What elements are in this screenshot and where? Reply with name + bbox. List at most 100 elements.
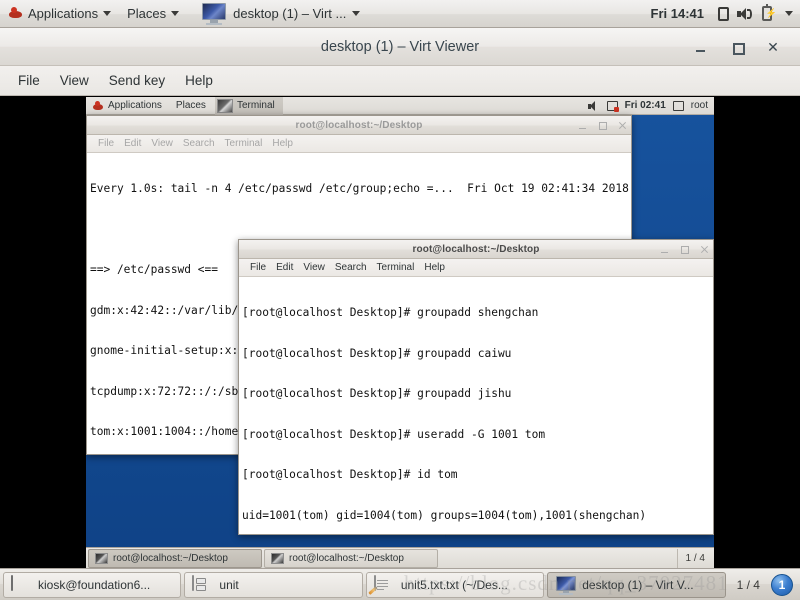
host-clock[interactable]: Fri 14:41: [643, 6, 712, 21]
minimize-button[interactable]: [692, 38, 710, 56]
user-icon[interactable]: [672, 100, 684, 111]
maximize-button[interactable]: [728, 38, 746, 56]
terminal-window-active[interactable]: root@localhost:~/Desktop File Edit View …: [238, 239, 714, 535]
terminal-front-window-controls: [660, 240, 709, 259]
terminal-back-window-controls: [578, 116, 627, 135]
guest-places-label: Places: [175, 100, 206, 111]
menu-view[interactable]: View: [50, 67, 99, 95]
maximize-button[interactable]: [680, 245, 689, 254]
close-button[interactable]: [700, 245, 709, 254]
terminal-icon: [271, 552, 284, 564]
virtual-machine-icon: [201, 2, 227, 25]
menu-terminal[interactable]: Terminal: [372, 259, 420, 276]
menu-file[interactable]: File: [93, 135, 119, 152]
host-taskbar-item-label: kiosk@foundation6...: [38, 577, 151, 592]
redhat-logo-icon: [93, 100, 104, 111]
chevron-down-icon: [171, 11, 180, 16]
guest-applications-menu[interactable]: Applications: [86, 97, 169, 114]
host-taskbar-item-text-editor[interactable]: unit5.txt.txt (~/Des...: [365, 571, 545, 598]
menu-file[interactable]: File: [8, 67, 50, 95]
terminal-front-output[interactable]: [root@localhost Desktop]# groupadd sheng…: [239, 277, 713, 534]
menu-file[interactable]: File: [245, 259, 271, 276]
host-workspace-pager[interactable]: 1 / 4: [729, 572, 768, 598]
terminal-front-titlebar: root@localhost:~/Desktop: [239, 240, 713, 259]
volume-icon[interactable]: [587, 100, 600, 112]
menu-help[interactable]: Help: [419, 259, 450, 276]
guest-applications-label: Applications: [108, 100, 162, 111]
host-taskbar-item-label: unit: [219, 577, 239, 592]
workspace-badge[interactable]: 1: [770, 573, 793, 596]
terminal-front-title: root@localhost:~/Desktop: [412, 243, 540, 255]
menu-edit[interactable]: Edit: [271, 259, 298, 276]
text-editor-icon: [368, 574, 394, 595]
menu-view[interactable]: View: [146, 135, 178, 152]
host-taskbar-item-label: unit5.txt.txt (~/Des...: [400, 577, 508, 592]
guest-system-tray: Fri 02:41 root: [587, 100, 714, 112]
virt-viewer-titlebar: desktop (1) – Virt Viewer ✕: [0, 28, 800, 66]
volume-icon[interactable]: [734, 3, 756, 25]
host-taskbar-item-unit[interactable]: unit: [184, 571, 363, 598]
menu-search[interactable]: Search: [178, 135, 220, 152]
system-menu-chevron-down-icon[interactable]: [778, 3, 800, 25]
terminal-line: [root@localhost Desktop]# useradd -G 100…: [242, 427, 546, 441]
redhat-logo-icon: [8, 7, 23, 20]
guest-user-label[interactable]: root: [691, 100, 708, 111]
host-taskbar: kiosk@foundation6... unit unit5.txt.txt …: [0, 568, 800, 600]
host-window-list-label: desktop (1) – Virt ...: [233, 6, 347, 21]
menu-send-key[interactable]: Send key: [99, 67, 175, 95]
menu-view[interactable]: View: [298, 259, 330, 276]
host-window-list-button[interactable]: desktop (1) – Virt ...: [197, 1, 368, 27]
virt-viewer-menubar: File View Send key Help: [0, 66, 800, 96]
virt-viewer-window: desktop (1) – Virt Viewer ✕ File View Se…: [0, 28, 800, 568]
host-top-panel: Applications Places desktop (1) – Virt .…: [0, 0, 800, 28]
menu-help[interactable]: Help: [267, 135, 298, 152]
guest-taskbar: root@localhost:~/Desktop root@localhost:…: [86, 547, 714, 568]
terminal-icon: [95, 552, 108, 564]
network-icon[interactable]: [606, 100, 619, 112]
guest-desktop[interactable]: Applications Places Terminal Fri 02:41 r…: [86, 97, 714, 568]
terminal-back-title: root@localhost:~/Desktop: [295, 119, 423, 131]
guest-top-panel: Applications Places Terminal Fri 02:41 r…: [86, 97, 714, 115]
virtual-machine-icon: [555, 575, 577, 595]
host-applications-menu[interactable]: Applications: [0, 1, 119, 27]
guest-window-button-terminal[interactable]: Terminal: [214, 97, 283, 115]
chevron-down-icon: [103, 11, 112, 16]
guest-taskbar-item[interactable]: root@localhost:~/Desktop: [88, 548, 262, 568]
terminal-line: [root@localhost Desktop]# id tom: [242, 468, 458, 481]
screen-root: Applications Places desktop (1) – Virt .…: [0, 0, 800, 600]
close-button[interactable]: ✕: [764, 38, 782, 56]
host-applications-label: Applications: [28, 6, 99, 21]
battery-icon[interactable]: ⚡: [756, 3, 778, 25]
terminal-line: [root@localhost Desktop]# groupadd sheng…: [242, 306, 539, 319]
guest-window-button-label: Terminal: [236, 100, 275, 111]
terminal-line: Every 1.0s: tail -n 4 /etc/passwd /etc/g…: [90, 182, 629, 195]
guest-taskbar-item[interactable]: root@localhost:~/Desktop: [264, 548, 438, 568]
virt-viewer-window-controls: ✕: [692, 28, 794, 66]
virt-viewer-title: desktop (1) – Virt Viewer: [320, 38, 480, 55]
file-manager-icon: [192, 574, 212, 594]
terminal-front-menubar: File Edit View Search Terminal Help: [239, 259, 713, 277]
menu-terminal[interactable]: Terminal: [220, 135, 268, 152]
guest-taskbar-item-label: root@localhost:~/Desktop: [289, 552, 404, 564]
vm-viewport-letterbox: Applications Places Terminal Fri 02:41 r…: [0, 97, 800, 568]
menu-help[interactable]: Help: [175, 67, 223, 95]
host-taskbar-item-virt-viewer[interactable]: desktop (1) – Virt V...: [547, 571, 726, 598]
guest-places-menu[interactable]: Places: [169, 97, 213, 114]
terminal-icon: [11, 574, 31, 594]
guest-workspace-pager[interactable]: 1 / 4: [676, 548, 713, 568]
host-taskbar-item-terminal[interactable]: kiosk@foundation6...: [3, 571, 182, 598]
display-icon[interactable]: [712, 3, 734, 25]
menu-search[interactable]: Search: [330, 259, 372, 276]
terminal-line: [root@localhost Desktop]# groupadd jishu: [242, 387, 512, 400]
host-places-menu[interactable]: Places: [119, 1, 187, 27]
minimize-button[interactable]: [578, 121, 587, 130]
guest-taskbar-item-label: root@localhost:~/Desktop: [113, 552, 228, 564]
close-button[interactable]: [618, 121, 627, 130]
terminal-back-menubar: File Edit View Search Terminal Help: [87, 135, 631, 153]
terminal-line: uid=1001(tom) gid=1004(tom) groups=1004(…: [242, 508, 647, 522]
minimize-button[interactable]: [660, 245, 669, 254]
guest-clock[interactable]: Fri 02:41: [625, 100, 666, 111]
menu-edit[interactable]: Edit: [119, 135, 146, 152]
maximize-button[interactable]: [598, 121, 607, 130]
